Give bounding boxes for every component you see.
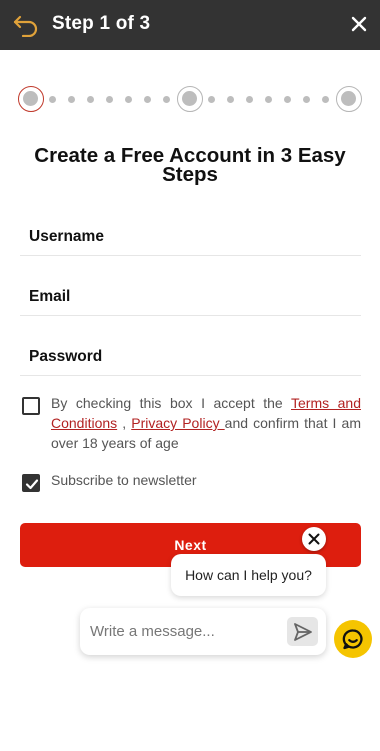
back-arrow-icon[interactable]: [13, 13, 39, 37]
username-field[interactable]: Username: [20, 222, 361, 256]
terms-text-before: By checking this box I accept the: [51, 395, 291, 411]
chat-close-button[interactable]: [302, 527, 326, 551]
step-1-indicator: [18, 86, 44, 112]
terms-separator: ,: [117, 415, 132, 431]
terms-text: By checking this box I accept the Terms …: [51, 393, 361, 453]
step-dot: [49, 96, 56, 103]
step-title: Step 1 of 3: [52, 13, 151, 34]
step-dot: [265, 96, 272, 103]
chat-launcher-button[interactable]: [334, 620, 372, 658]
chat-greeting-bubble: How can I help you?: [171, 554, 326, 596]
step-dot: [227, 96, 234, 103]
username-label: Username: [29, 228, 104, 245]
send-icon: [294, 623, 312, 641]
chat-bubble-icon: [342, 629, 363, 650]
step-dot: [125, 96, 132, 103]
message-input[interactable]: Write a message...: [90, 623, 215, 640]
email-label: Email: [29, 288, 71, 305]
email-field[interactable]: Email: [20, 282, 361, 316]
newsletter-checkbox[interactable]: [22, 474, 40, 492]
step-dot: [322, 96, 329, 103]
page-title: Create a Free Account in 3 Easy Steps: [34, 144, 346, 186]
newsletter-label: Subscribe to newsletter: [51, 472, 197, 488]
close-icon: [308, 533, 320, 545]
header-bar: Step 1 of 3: [0, 0, 380, 50]
chat-message-box[interactable]: Write a message...: [80, 608, 326, 655]
step-dot: [284, 96, 291, 103]
progress-stepper: [18, 86, 362, 112]
step-2-indicator: [177, 86, 203, 112]
step-dot: [163, 96, 170, 103]
step-dot: [208, 96, 215, 103]
step-dot: [303, 96, 310, 103]
close-icon[interactable]: [351, 16, 367, 32]
step-3-indicator: [336, 86, 362, 112]
terms-checkbox[interactable]: [22, 397, 40, 415]
checkmark-icon: [25, 479, 39, 490]
step-dot: [87, 96, 94, 103]
send-button[interactable]: [287, 617, 318, 646]
step-dot: [246, 96, 253, 103]
step-dot: [106, 96, 113, 103]
step-dot: [144, 96, 151, 103]
privacy-policy-link[interactable]: Privacy Policy: [131, 415, 224, 431]
step-dot: [68, 96, 75, 103]
password-field[interactable]: Password: [20, 342, 361, 376]
password-label: Password: [29, 348, 103, 365]
